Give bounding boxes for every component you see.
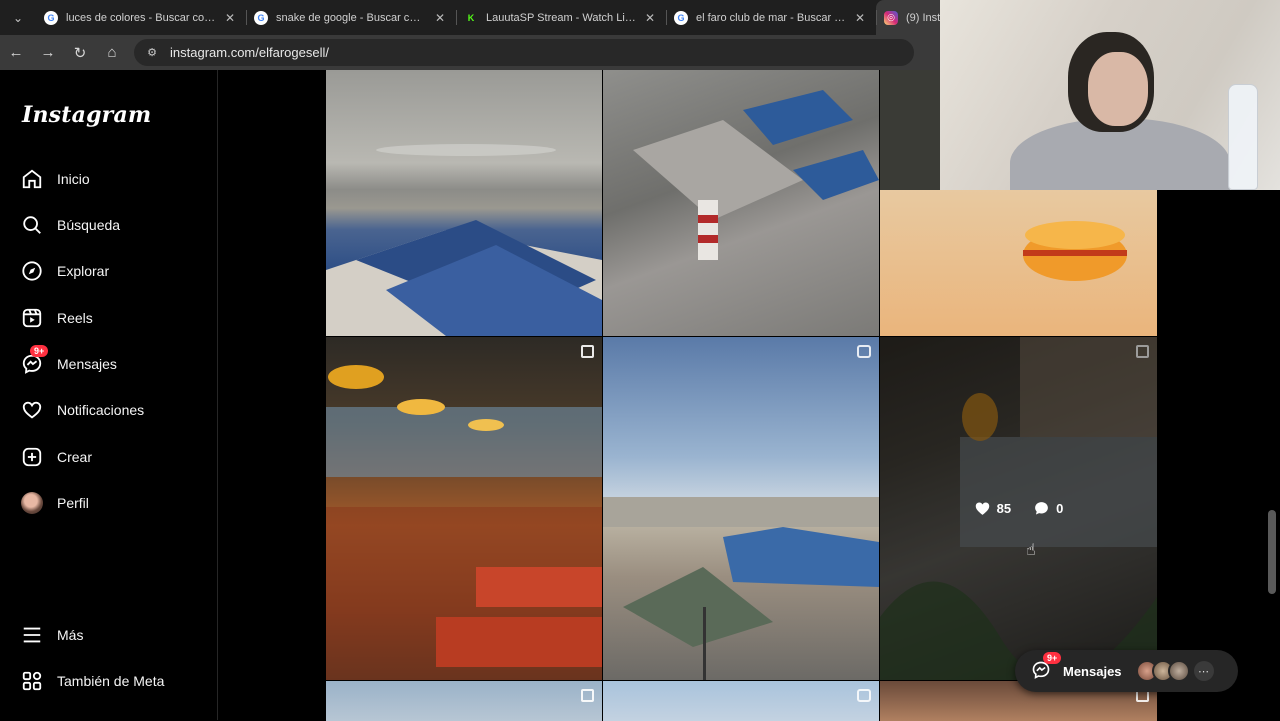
reel-icon (857, 689, 871, 702)
restaurant-interior-image (326, 365, 602, 680)
carousel-icon (581, 345, 594, 358)
sidebar-item-perfil[interactable]: Perfil (20, 489, 89, 517)
sidebar-item-busqueda[interactable]: Búsqueda (20, 211, 120, 239)
sidebar-item-notificaciones[interactable]: Notificaciones (20, 396, 144, 424)
site-info-icon[interactable]: ⚙ (144, 45, 160, 61)
home-icon (20, 167, 44, 191)
menu-icon (20, 623, 44, 647)
post-thumbnail[interactable] (326, 681, 602, 721)
sidebar-item-label: Explorar (57, 263, 110, 279)
instagram-icon: ◎ (884, 10, 898, 25)
meta-apps-icon (20, 669, 44, 693)
close-tab-icon[interactable]: ✕ (852, 11, 868, 25)
tab-title: LauutaSP Stream - Watch Live on Kick (486, 11, 636, 24)
avatar (1167, 660, 1190, 682)
reload-icon[interactable]: ↻ (64, 35, 96, 70)
compass-icon (20, 259, 44, 283)
webcam-bottle (1228, 84, 1258, 190)
post-thumbnail[interactable] (603, 681, 879, 721)
reel-icon (857, 345, 871, 358)
sidebar-item-inicio[interactable]: Inicio (20, 165, 90, 193)
home-button-icon[interactable]: ⌂ (96, 35, 128, 70)
sidebar-item-label: Notificaciones (57, 402, 145, 418)
sidebar-item-mensajes[interactable]: 9+ Mensajes (20, 345, 117, 378)
more-options-icon[interactable]: ⋯ (1193, 661, 1214, 681)
likes-count: 85 (996, 501, 1012, 516)
tab-title: snake de google - Buscar con Google (276, 11, 426, 24)
messenger-icon: 9+ (20, 345, 49, 376)
url-text: instagram.com/elfarogesell/ (170, 45, 329, 60)
post-thumbnail[interactable] (326, 70, 602, 336)
post-thumbnail[interactable] (326, 337, 602, 680)
sidebar-item-tambien-de-meta[interactable]: También de Meta (20, 667, 164, 695)
sidebar-item-label: Inicio (57, 171, 90, 187)
instagram-logo[interactable]: Instagram (22, 102, 151, 128)
sidebar: Instagram Inicio Búsqueda Explorar Reels… (0, 70, 218, 720)
sidebar-item-label: Mensajes (57, 356, 117, 372)
tab-title: luces de colores - Buscar con Google (66, 11, 216, 24)
post-hover-overlay: 85 0 (880, 337, 1157, 680)
sidebar-item-mas[interactable]: Más (20, 621, 83, 649)
browser-tab[interactable]: K LauutaSP Stream - Watch Live on Kick ✕ (456, 0, 666, 35)
conversation-avatars (1135, 660, 1190, 682)
post-thumbnail[interactable] (603, 337, 879, 680)
browser-tab[interactable]: G el faro club de mar - Buscar con Googl… (666, 0, 876, 35)
aerial-lighthouse-image (633, 90, 879, 260)
messages-pill-label: Mensajes (1063, 663, 1122, 679)
sidebar-item-label: También de Meta (57, 673, 165, 689)
post-thumbnail[interactable] (603, 70, 879, 336)
webcam-person-face (1088, 52, 1148, 126)
hand-cursor-icon: ☝ (1026, 542, 1036, 559)
kick-icon: K (464, 10, 478, 25)
avatar (21, 492, 43, 514)
sidebar-item-label: Crear (57, 449, 93, 465)
google-icon: G (44, 10, 58, 25)
notification-badge: 9+ (30, 345, 49, 357)
comments-count: 0 (1056, 501, 1064, 516)
tab-title: el faro club de mar - Buscar con Google (696, 11, 846, 24)
tab-search-icon[interactable]: ⌄ (0, 0, 36, 35)
browser-tab[interactable]: G luces de colores - Buscar con Google ✕ (36, 0, 246, 35)
post-thumbnail-hovered[interactable]: 85 0 (880, 337, 1157, 680)
search-icon (20, 213, 44, 237)
messenger-icon: 9+ (1031, 652, 1062, 682)
url-field[interactable]: ⚙ instagram.com/elfarogesell/ (134, 39, 914, 66)
sidebar-item-label: Más (57, 627, 84, 643)
reels-icon (20, 306, 44, 330)
browser-tab[interactable]: G snake de google - Buscar con Google ✕ (246, 0, 456, 35)
comment-filled-icon (1035, 502, 1048, 515)
sidebar-item-label: Búsqueda (57, 217, 121, 233)
carousel-icon (581, 689, 594, 702)
sidebar-item-reels[interactable]: Reels (20, 304, 93, 332)
google-icon: G (254, 10, 268, 25)
sidebar-item-label: Reels (57, 310, 93, 326)
messages-pill[interactable]: 9+ Mensajes ⋯ (1015, 650, 1238, 692)
beach-umbrella-image (603, 497, 879, 680)
heart-filled-icon (975, 502, 989, 515)
close-tab-icon[interactable]: ✕ (222, 11, 238, 25)
notification-badge: 9+ (1043, 652, 1062, 664)
sidebar-item-crear[interactable]: Crear (20, 443, 92, 471)
webcam-overlay (940, 0, 1280, 190)
sidebar-item-label: Perfil (57, 495, 89, 511)
scrollbar[interactable] (1268, 510, 1276, 594)
heart-icon (20, 398, 44, 422)
google-icon: G (674, 10, 688, 25)
back-icon[interactable]: ← (0, 35, 32, 70)
sidebar-item-explorar[interactable]: Explorar (20, 257, 109, 285)
likes-stat: 85 (974, 500, 1011, 517)
plus-square-icon (20, 445, 44, 469)
forward-icon[interactable]: → (32, 35, 64, 70)
comments-stat: 0 (1033, 500, 1063, 517)
close-tab-icon[interactable]: ✕ (432, 11, 448, 25)
close-tab-icon[interactable]: ✕ (642, 11, 658, 25)
beach-tents-image (326, 144, 602, 336)
